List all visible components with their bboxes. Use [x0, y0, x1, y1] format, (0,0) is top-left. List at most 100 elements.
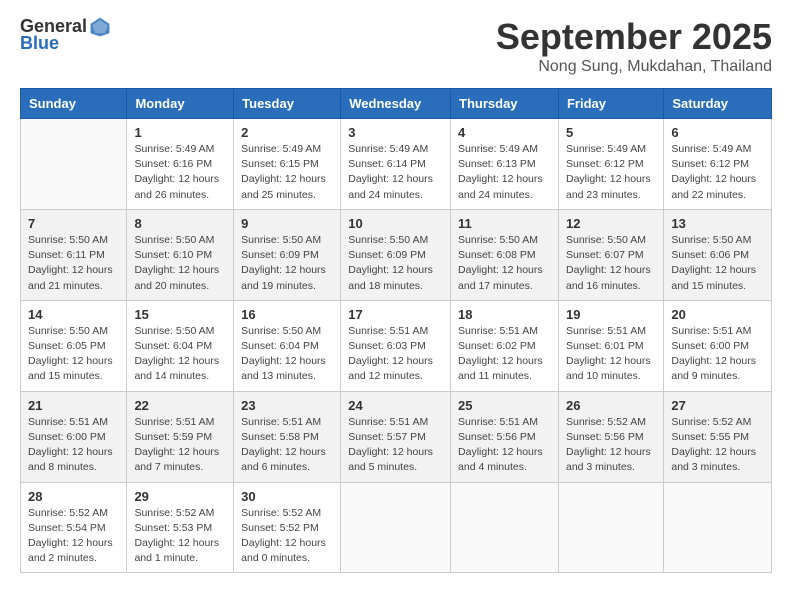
day-number: 15: [134, 307, 226, 322]
weekday-header-saturday: Saturday: [664, 89, 772, 119]
calendar-cell: [341, 482, 451, 573]
day-number: 27: [671, 398, 764, 413]
day-info: Sunrise: 5:49 AM Sunset: 6:16 PM Dayligh…: [134, 142, 226, 203]
day-info: Sunrise: 5:51 AM Sunset: 6:00 PM Dayligh…: [28, 415, 119, 476]
day-info: Sunrise: 5:49 AM Sunset: 6:12 PM Dayligh…: [566, 142, 656, 203]
day-info: Sunrise: 5:51 AM Sunset: 6:03 PM Dayligh…: [348, 324, 443, 385]
weekday-header-thursday: Thursday: [451, 89, 559, 119]
day-number: 25: [458, 398, 551, 413]
logo-icon: [89, 16, 111, 38]
calendar-cell: 30Sunrise: 5:52 AM Sunset: 5:52 PM Dayli…: [234, 482, 341, 573]
calendar-cell: 14Sunrise: 5:50 AM Sunset: 6:05 PM Dayli…: [21, 300, 127, 391]
calendar-cell: [558, 482, 663, 573]
calendar-cell: 5 Sunrise: 5:49 AM Sunset: 6:12 PM Daylig…: [558, 119, 663, 210]
calendar-cell: 3 Sunrise: 5:49 AM Sunset: 6:14 PM Daylig…: [341, 119, 451, 210]
day-info: Sunrise: 5:49 AM Sunset: 6:12 PM Dayligh…: [671, 142, 764, 203]
day-number: 26: [566, 398, 656, 413]
day-info: Sunrise: 5:50 AM Sunset: 6:09 PM Dayligh…: [348, 233, 443, 294]
day-number: 7: [28, 216, 119, 231]
day-number: 9: [241, 216, 333, 231]
calendar-cell: 10 Sunrise: 5:50 AM Sunset: 6:09 PM Dayli…: [341, 209, 451, 300]
calendar-cell: 16 Sunrise: 5:50 AM Sunset: 6:04 PM Dayli…: [234, 300, 341, 391]
day-number: 10: [348, 216, 443, 231]
day-number: 2: [241, 125, 333, 140]
day-info: Sunrise: 5:49 AM Sunset: 6:15 PM Dayligh…: [241, 142, 333, 203]
month-title: September 2025: [496, 16, 772, 58]
day-number: 20: [671, 307, 764, 322]
day-info: Sunrise: 5:50 AM Sunset: 6:11 PM Dayligh…: [28, 233, 119, 294]
day-number: 28: [28, 489, 119, 504]
calendar-cell: 25 Sunrise: 5:51 AM Sunset: 5:56 PM Dayli…: [451, 391, 559, 482]
week-row-5: 28 Sunrise: 5:52 AM Sunset: 5:54 PM Dayli…: [21, 482, 772, 573]
calendar-cell: [21, 119, 127, 210]
day-number: 23: [241, 398, 333, 413]
weekday-header-monday: Monday: [127, 89, 234, 119]
week-row-3: 14Sunrise: 5:50 AM Sunset: 6:05 PM Dayli…: [21, 300, 772, 391]
day-info: Sunrise: 5:52 AM Sunset: 5:52 PM Dayligh…: [241, 506, 333, 567]
week-row-1: 1 Sunrise: 5:49 AM Sunset: 6:16 PM Daylig…: [21, 119, 772, 210]
calendar-cell: 18Sunrise: 5:51 AM Sunset: 6:02 PM Dayli…: [451, 300, 559, 391]
calendar-cell: 20 Sunrise: 5:51 AM Sunset: 6:00 PM Dayli…: [664, 300, 772, 391]
calendar-cell: 2 Sunrise: 5:49 AM Sunset: 6:15 PM Daylig…: [234, 119, 341, 210]
calendar-cell: 27 Sunrise: 5:52 AM Sunset: 5:55 PM Dayli…: [664, 391, 772, 482]
day-info: Sunrise: 5:50 AM Sunset: 6:08 PM Dayligh…: [458, 233, 551, 294]
day-number: 12: [566, 216, 656, 231]
day-number: 21: [28, 398, 119, 413]
calendar-cell: 8 Sunrise: 5:50 AM Sunset: 6:10 PM Daylig…: [127, 209, 234, 300]
day-number: 3: [348, 125, 443, 140]
day-info: Sunrise: 5:51 AM Sunset: 5:57 PM Dayligh…: [348, 415, 443, 476]
calendar-cell: 21 Sunrise: 5:51 AM Sunset: 6:00 PM Dayli…: [21, 391, 127, 482]
calendar-cell: 13 Sunrise: 5:50 AM Sunset: 6:06 PM Dayli…: [664, 209, 772, 300]
day-info: Sunrise: 5:51 AM Sunset: 5:56 PM Dayligh…: [458, 415, 551, 476]
week-row-4: 21 Sunrise: 5:51 AM Sunset: 6:00 PM Dayli…: [21, 391, 772, 482]
day-number: 6: [671, 125, 764, 140]
day-number: 16: [241, 307, 333, 322]
weekday-header-wednesday: Wednesday: [341, 89, 451, 119]
weekday-header-tuesday: Tuesday: [234, 89, 341, 119]
calendar-cell: 17 Sunrise: 5:51 AM Sunset: 6:03 PM Dayli…: [341, 300, 451, 391]
calendar-cell: 4Sunrise: 5:49 AM Sunset: 6:13 PM Daylig…: [451, 119, 559, 210]
week-row-2: 7 Sunrise: 5:50 AM Sunset: 6:11 PM Daylig…: [21, 209, 772, 300]
day-info: Sunrise: 5:49 AM Sunset: 6:14 PM Dayligh…: [348, 142, 443, 203]
day-info: Sunrise: 5:51 AM Sunset: 5:59 PM Dayligh…: [134, 415, 226, 476]
day-number: 24: [348, 398, 443, 413]
day-info: Sunrise: 5:50 AM Sunset: 6:07 PM Dayligh…: [566, 233, 656, 294]
day-info: Sunrise: 5:50 AM Sunset: 6:06 PM Dayligh…: [671, 233, 764, 294]
calendar-cell: 6 Sunrise: 5:49 AM Sunset: 6:12 PM Daylig…: [664, 119, 772, 210]
weekday-header-friday: Friday: [558, 89, 663, 119]
day-info: Sunrise: 5:51 AM Sunset: 6:02 PM Dayligh…: [458, 324, 551, 385]
calendar-cell: 22 Sunrise: 5:51 AM Sunset: 5:59 PM Dayli…: [127, 391, 234, 482]
day-info: Sunrise: 5:52 AM Sunset: 5:54 PM Dayligh…: [28, 506, 119, 567]
day-number: 11: [458, 216, 551, 231]
day-info: Sunrise: 5:51 AM Sunset: 6:00 PM Dayligh…: [671, 324, 764, 385]
day-info: Sunrise: 5:50 AM Sunset: 6:09 PM Dayligh…: [241, 233, 333, 294]
day-info: Sunrise: 5:50 AM Sunset: 6:10 PM Dayligh…: [134, 233, 226, 294]
calendar-cell: 28 Sunrise: 5:52 AM Sunset: 5:54 PM Dayli…: [21, 482, 127, 573]
calendar-cell: 26 Sunrise: 5:52 AM Sunset: 5:56 PM Dayli…: [558, 391, 663, 482]
day-info: Sunrise: 5:52 AM Sunset: 5:56 PM Dayligh…: [566, 415, 656, 476]
day-info: Sunrise: 5:52 AM Sunset: 5:55 PM Dayligh…: [671, 415, 764, 476]
calendar-cell: 24 Sunrise: 5:51 AM Sunset: 5:57 PM Dayli…: [341, 391, 451, 482]
calendar-cell: 1 Sunrise: 5:49 AM Sunset: 6:16 PM Daylig…: [127, 119, 234, 210]
day-number: 29: [134, 489, 226, 504]
calendar-cell: 19Sunrise: 5:51 AM Sunset: 6:01 PM Dayli…: [558, 300, 663, 391]
calendar-cell: 12 Sunrise: 5:50 AM Sunset: 6:07 PM Dayli…: [558, 209, 663, 300]
calendar-table: SundayMondayTuesdayWednesdayThursdayFrid…: [20, 88, 772, 573]
logo-text-blue: Blue: [20, 34, 59, 54]
day-info: Sunrise: 5:50 AM Sunset: 6:04 PM Dayligh…: [241, 324, 333, 385]
calendar-cell: 29Sunrise: 5:52 AM Sunset: 5:53 PM Dayli…: [127, 482, 234, 573]
day-info: Sunrise: 5:51 AM Sunset: 6:01 PM Dayligh…: [566, 324, 656, 385]
day-number: 8: [134, 216, 226, 231]
logo: General Blue: [20, 16, 111, 54]
calendar-cell: 15 Sunrise: 5:50 AM Sunset: 6:04 PM Dayli…: [127, 300, 234, 391]
day-info: Sunrise: 5:50 AM Sunset: 6:04 PM Dayligh…: [134, 324, 226, 385]
calendar-cell: 9 Sunrise: 5:50 AM Sunset: 6:09 PM Daylig…: [234, 209, 341, 300]
day-number: 5: [566, 125, 656, 140]
title-area: September 2025 Nong Sung, Mukdahan, Thai…: [496, 16, 772, 76]
calendar-cell: 23Sunrise: 5:51 AM Sunset: 5:58 PM Dayli…: [234, 391, 341, 482]
calendar-cell: 7 Sunrise: 5:50 AM Sunset: 6:11 PM Daylig…: [21, 209, 127, 300]
day-number: 17: [348, 307, 443, 322]
day-number: 1: [134, 125, 226, 140]
day-number: 22: [134, 398, 226, 413]
day-number: 13: [671, 216, 764, 231]
